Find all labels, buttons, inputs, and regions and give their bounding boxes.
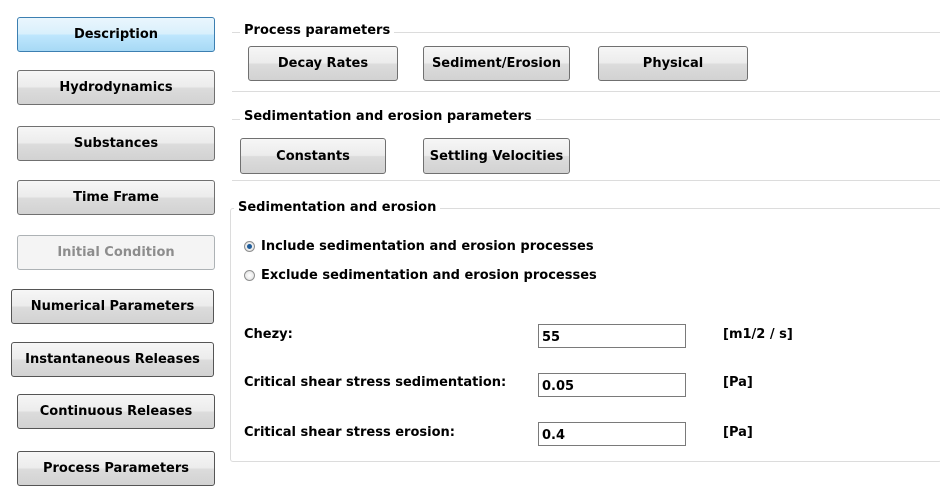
nav-instantaneous-releases-button[interactable]: Instantaneous Releases xyxy=(11,342,214,377)
exclude-processes-label: Exclude sedimentation and erosion proces… xyxy=(261,268,597,283)
critical-erosion-unit: [Pa] xyxy=(723,425,753,440)
decay-rates-button[interactable]: Decay Rates xyxy=(248,46,398,81)
include-processes-radio[interactable] xyxy=(244,241,255,252)
nav-continuous-releases-button[interactable]: Continuous Releases xyxy=(17,394,215,429)
chezy-label: Chezy: xyxy=(244,327,293,342)
chezy-unit: [m1/2 / s] xyxy=(723,327,793,342)
nav-process-parameters-button[interactable]: Process Parameters xyxy=(17,451,215,486)
include-processes-option[interactable]: Include sedimentation and erosion proces… xyxy=(244,239,594,254)
nav-numerical-parameters-button[interactable]: Numerical Parameters xyxy=(11,289,214,324)
physical-button[interactable]: Physical xyxy=(598,46,748,81)
exclude-processes-option[interactable]: Exclude sedimentation and erosion proces… xyxy=(244,268,597,283)
nav-time-frame-button[interactable]: Time Frame xyxy=(17,180,215,215)
process-parameters-title: Process parameters xyxy=(240,23,395,39)
exclude-processes-radio[interactable] xyxy=(244,270,255,281)
settling-velocities-button[interactable]: Settling Velocities xyxy=(423,138,570,174)
chezy-field[interactable] xyxy=(538,324,686,348)
include-processes-label: Include sedimentation and erosion proces… xyxy=(261,239,594,254)
nav-substances-button[interactable]: Substances xyxy=(17,126,215,161)
constants-button[interactable]: Constants xyxy=(240,138,386,174)
sed-erosion-parameters-title: Sedimentation and erosion parameters xyxy=(240,109,536,125)
critical-erosion-field[interactable] xyxy=(538,422,686,446)
nav-initial-condition-button[interactable]: Initial Condition xyxy=(17,235,215,270)
sed-erosion-title: Sedimentation and erosion xyxy=(234,200,441,216)
sediment-erosion-button[interactable]: Sediment/Erosion xyxy=(423,46,570,81)
critical-sedimentation-label: Critical shear stress sedimentation: xyxy=(244,375,507,390)
nav-hydrodynamics-button[interactable]: Hydrodynamics xyxy=(17,70,215,105)
nav-description-button[interactable]: Description xyxy=(17,17,215,52)
critical-erosion-label: Critical shear stress erosion: xyxy=(244,425,455,440)
critical-sedimentation-field[interactable] xyxy=(538,373,686,397)
critical-sedimentation-unit: [Pa] xyxy=(723,375,753,390)
